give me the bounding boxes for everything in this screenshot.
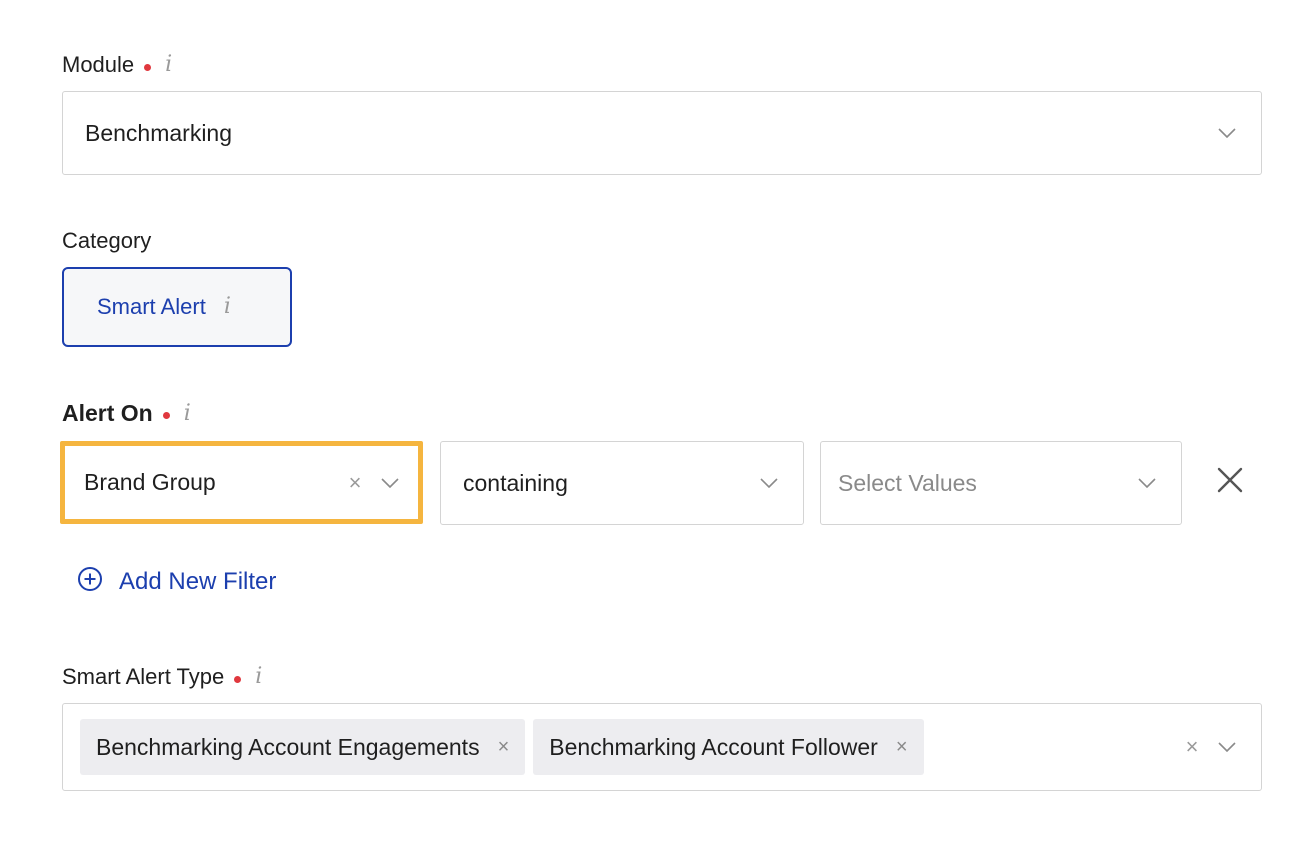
module-label: Module xyxy=(62,52,135,77)
alert-on-operator-value: containing xyxy=(463,469,568,496)
chevron-down-icon[interactable] xyxy=(759,473,779,493)
alert-on-values-select[interactable]: Select Values xyxy=(820,441,1182,525)
tag-label: Benchmarking Account Follower xyxy=(549,733,878,760)
clear-all-icon[interactable]: × xyxy=(1181,736,1203,758)
tag-remove-icon[interactable]: × xyxy=(896,737,908,757)
chevron-down-icon[interactable] xyxy=(1217,123,1237,143)
alert-on-label: Alert On xyxy=(62,400,153,426)
module-label-row: Module i xyxy=(62,52,172,78)
alert-on-values-placeholder: Select Values xyxy=(838,469,977,496)
clear-icon[interactable]: × xyxy=(344,471,366,494)
required-dot xyxy=(144,63,152,71)
alert-on-label-row: Alert On i xyxy=(62,400,191,427)
alert-on-field-value: Brand Group xyxy=(84,469,216,495)
alert-on-operator-select[interactable]: containing xyxy=(440,441,804,525)
info-icon[interactable]: i xyxy=(224,296,231,318)
category-label-row: Category xyxy=(62,228,151,254)
tag-remove-icon[interactable]: × xyxy=(498,737,510,757)
info-icon[interactable]: i xyxy=(255,666,262,688)
smart-alert-type-multiselect[interactable]: Benchmarking Account Engagements × Bench… xyxy=(62,703,1262,791)
add-new-filter-label: Add New Filter xyxy=(119,567,277,595)
category-option-smart-alert[interactable]: Smart Alert i xyxy=(62,267,292,347)
category-option-label: Smart Alert xyxy=(97,294,206,319)
module-select-value: Benchmarking xyxy=(85,119,233,146)
add-new-filter-button[interactable]: Add New Filter xyxy=(77,566,276,597)
selected-tag: Benchmarking Account Follower × xyxy=(533,719,924,775)
category-label: Category xyxy=(62,228,152,253)
module-select[interactable]: Benchmarking xyxy=(62,91,1262,175)
smart-alert-type-label: Smart Alert Type xyxy=(62,664,225,689)
info-icon[interactable]: i xyxy=(184,402,191,425)
chevron-down-icon[interactable] xyxy=(380,473,400,493)
required-dot xyxy=(234,675,242,683)
smart-alert-type-label-row: Smart Alert Type i xyxy=(62,664,262,690)
info-icon[interactable]: i xyxy=(165,54,172,76)
selected-tag: Benchmarking Account Engagements × xyxy=(80,719,526,775)
plus-circle-icon xyxy=(77,566,103,597)
chevron-down-icon[interactable] xyxy=(1137,473,1157,493)
required-dot xyxy=(162,412,170,419)
tag-label: Benchmarking Account Engagements xyxy=(96,733,480,760)
remove-filter-icon[interactable] xyxy=(1212,462,1248,498)
chevron-down-icon[interactable] xyxy=(1217,737,1237,757)
alert-on-field-select[interactable]: Brand Group × xyxy=(60,441,423,524)
